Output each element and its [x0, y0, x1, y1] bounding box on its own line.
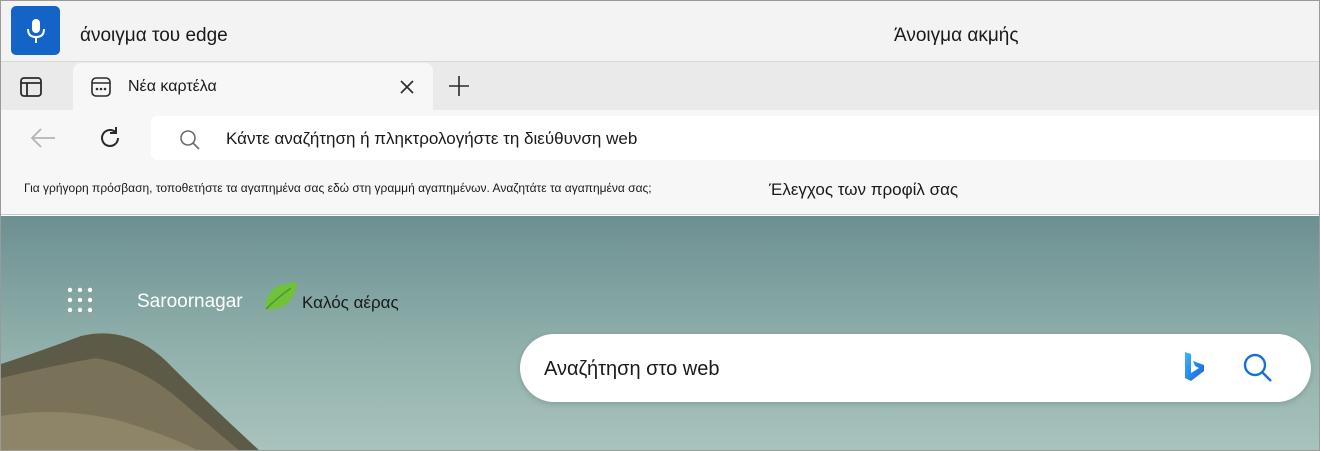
navigation-toolbar: Κάντε αναζήτηση ή πληκτρολογήστε τη διεύ…: [1, 110, 1319, 165]
address-placeholder: Κάντε αναζήτηση ή πληκτρολογήστε τη διεύ…: [226, 129, 638, 148]
favorites-hint: Για γρήγορη πρόσβαση, τοποθετήστε τα αγα…: [24, 181, 652, 195]
spoken-text: άνοιγμα του edge: [80, 25, 228, 46]
new-tab-page: Saroornagar Καλός αέρας Αναζήτηση στο we…: [1, 216, 1319, 450]
check-profiles-link[interactable]: Έλεγχος των προφίλ σας: [769, 180, 958, 200]
web-search-placeholder: Αναζήτηση στο web: [544, 358, 720, 380]
tab-title: Νέα καρτέλα: [128, 78, 217, 95]
refresh-icon: [101, 127, 119, 147]
search-icon: [1243, 353, 1272, 382]
address-bar[interactable]: Κάντε αναζήτηση ή πληκτρολογήστε τη διεύ…: [151, 116, 1319, 160]
plus-icon: [449, 76, 469, 96]
tab-actions-icon: [20, 77, 42, 97]
recognized-command: Άνοιγμα ακμής: [894, 25, 1019, 46]
new-tab-button[interactable]: [445, 72, 473, 100]
arrow-left-icon: [30, 128, 55, 148]
leaf-icon: [265, 282, 297, 310]
refresh-button[interactable]: [95, 123, 125, 153]
app-launcher-button[interactable]: [67, 287, 93, 313]
tab-actions-button[interactable]: [15, 73, 47, 101]
bing-icon[interactable]: [1182, 351, 1208, 383]
favorites-bar: Για γρήγορη πρόσβαση, τοποθετήστε τα αγα…: [1, 165, 1319, 215]
location-label[interactable]: Saroornagar: [137, 291, 243, 313]
tab-new-tab[interactable]: Νέα καρτέλα: [73, 63, 433, 110]
browser-window: άνοιγμα του edge Άνοιγμα ακμής Νέα καρτέ…: [0, 0, 1320, 451]
voice-typing-bar: άνοιγμα του edge Άνοιγμα ακμής: [1, 1, 1319, 62]
web-search-box[interactable]: Αναζήτηση στο web: [520, 334, 1311, 402]
microphone-button[interactable]: [11, 6, 60, 55]
tab-strip: Νέα καρτέλα: [1, 62, 1319, 110]
back-button[interactable]: [28, 125, 58, 151]
microphone-icon: [26, 18, 45, 43]
tab-close-button[interactable]: [397, 77, 417, 97]
close-icon: [400, 80, 414, 94]
search-button[interactable]: [1240, 350, 1276, 386]
new-tab-page-icon: [91, 77, 111, 97]
search-icon: [180, 130, 200, 150]
air-quality-label[interactable]: Καλός αέρας: [302, 293, 399, 313]
app-launcher-icon: [67, 287, 93, 313]
